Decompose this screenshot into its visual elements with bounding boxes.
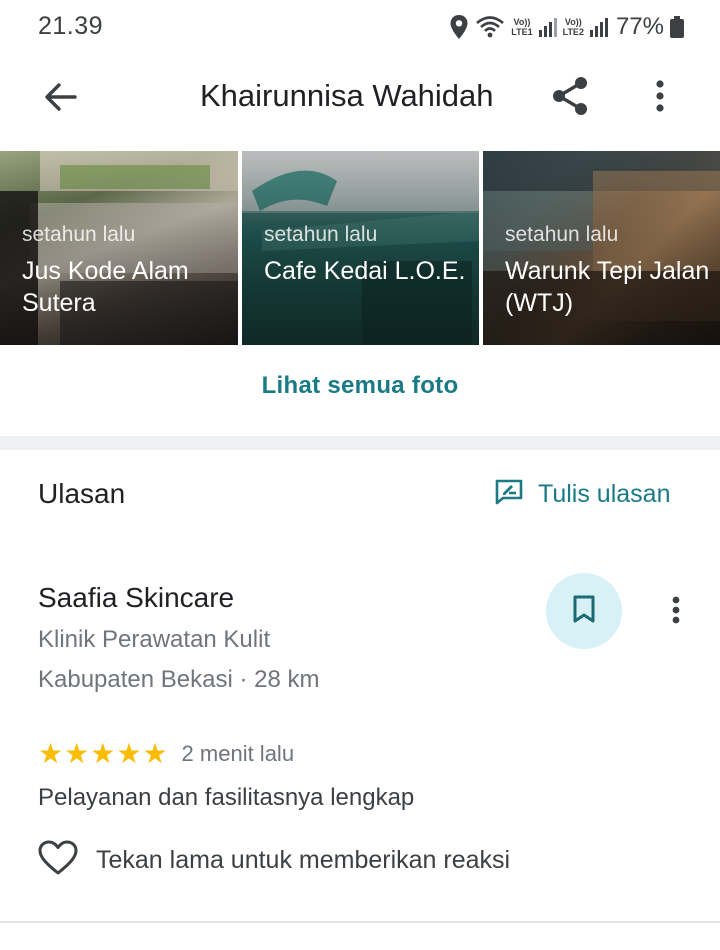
photo-overlay (242, 151, 479, 345)
back-button[interactable] (36, 78, 84, 120)
photo-time: setahun lalu (264, 223, 378, 246)
star-rating: ★ ★ ★ ★ ★ (38, 740, 168, 768)
sim1-volte: Vo)) (513, 17, 531, 27)
location-icon (449, 14, 469, 40)
star-icon: ★ (116, 738, 142, 769)
sim2-label: Vo)) LTE2 (563, 17, 584, 37)
star-icon: ★ (64, 738, 90, 769)
photo-card[interactable]: setahun lalu Cafe Kedai L.O.E. (242, 151, 479, 345)
photo-time: setahun lalu (22, 223, 136, 246)
more-vert-icon (671, 595, 681, 630)
review-time: 2 menit lalu (181, 741, 295, 766)
photo-card[interactable]: setahun lalu Jus Kode Alam Sutera (0, 151, 238, 345)
sim1-lte: LTE1 (511, 27, 533, 37)
status-bar: 21.39 Vo)) LTE1 Vo)) LTE2 77% (0, 0, 720, 56)
save-place-button[interactable] (546, 573, 622, 649)
more-vert-icon (655, 79, 665, 118)
page-title: Khairunnisa Wahidah (200, 78, 494, 113)
more-options-button[interactable] (638, 76, 682, 120)
photo-place-name: Jus Kode Alam Sutera (22, 257, 189, 317)
reviews-heading: Ulasan (38, 478, 126, 509)
back-arrow-icon (43, 82, 77, 117)
sim1-label: Vo)) LTE1 (511, 17, 532, 37)
review-place-category: Klinik Perawatan Kulit (38, 626, 271, 653)
review-text: Pelayanan dan fasilitasnya lengkap (38, 784, 415, 811)
rating-row: ★ ★ ★ ★ ★ 2 menit lalu (38, 740, 294, 768)
list-divider (0, 921, 720, 923)
photo-strip[interactable]: setahun lalu Jus Kode Alam Sutera setahu… (0, 151, 720, 345)
see-all-photos-link[interactable]: Lihat semua foto (0, 372, 720, 400)
bookmark-icon (572, 594, 596, 629)
photo-time: setahun lalu (505, 223, 619, 246)
status-icons: Vo)) LTE1 Vo)) LTE2 77% (449, 10, 684, 44)
signal-icon (589, 16, 608, 38)
battery-percent: 77% (615, 13, 664, 40)
photo-place-name: Warunk Tepi Jalan (WTJ) (505, 257, 710, 317)
sim2-volte: Vo)) (564, 17, 582, 27)
sim2-lte: LTE2 (562, 27, 584, 37)
review-place-name[interactable]: Saafia Skincare (38, 582, 234, 614)
react-label: Tekan lama untuk memberikan reaksi (96, 846, 511, 874)
write-review-button[interactable]: Tulis ulasan (494, 478, 670, 511)
star-icon: ★ (90, 738, 116, 769)
battery-icon (670, 16, 684, 38)
star-icon: ★ (38, 738, 64, 769)
rate-review-icon (494, 478, 524, 511)
react-button[interactable]: Tekan lama untuk memberikan reaksi (38, 840, 510, 881)
section-divider (0, 436, 720, 450)
share-button[interactable] (548, 76, 592, 120)
status-time: 21.39 (38, 12, 104, 40)
wifi-icon (475, 15, 505, 39)
star-icon: ★ (142, 738, 168, 769)
share-icon (551, 76, 589, 121)
heart-icon (38, 840, 78, 881)
app-bar: Khairunnisa Wahidah (0, 56, 720, 142)
write-review-label: Tulis ulasan (538, 480, 671, 508)
photo-card[interactable]: setahun lalu Warunk Tepi Jalan (WTJ) (483, 151, 720, 345)
photo-place-name: Cafe Kedai L.O.E. (264, 257, 466, 285)
review-place-location: Kabupaten Bekasi · 28 km (38, 666, 320, 693)
review-more-options-button[interactable] (656, 590, 696, 634)
signal-icon (538, 16, 557, 38)
